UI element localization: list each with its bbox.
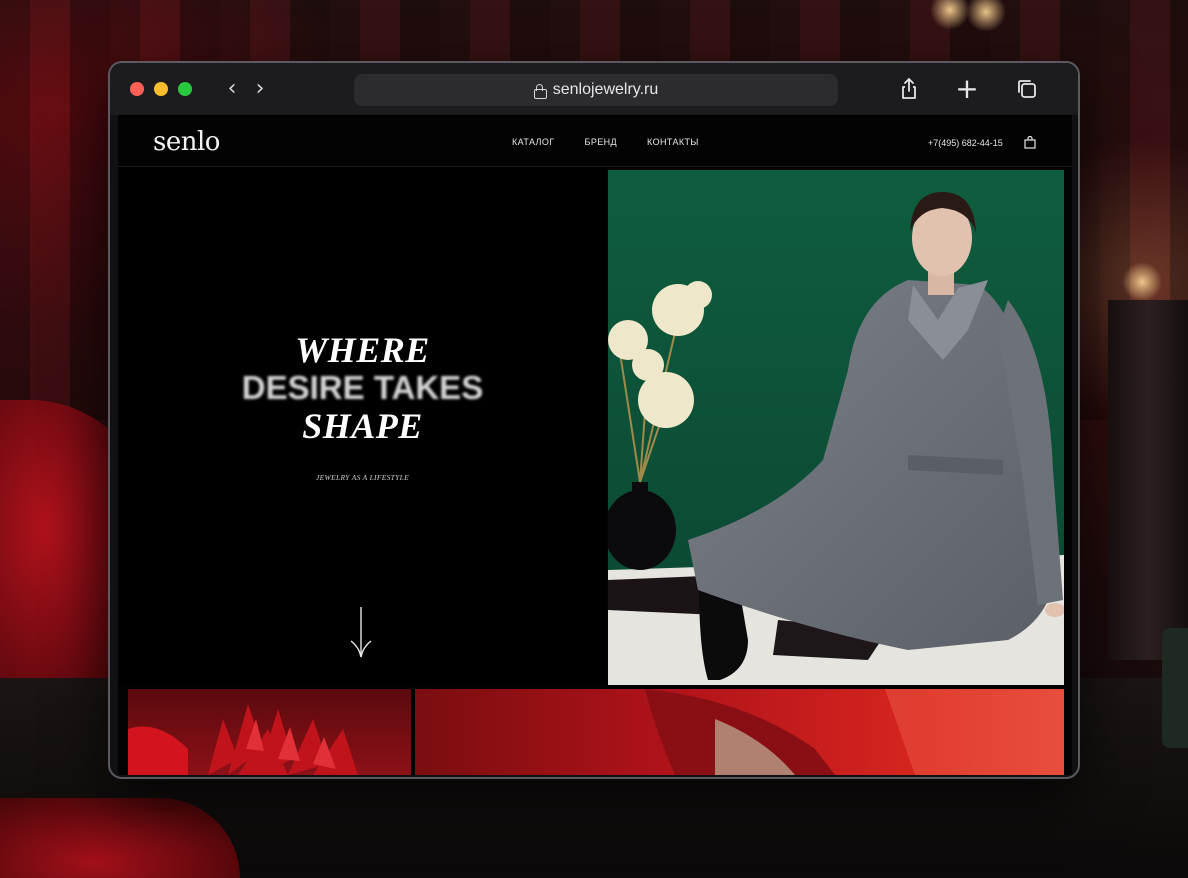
nav-item-contacts[interactable]: КОНТАКТЫ [647, 137, 699, 147]
hero-text-panel: WHERE DESIRE TAKES SHAPE JEWELRY AS A LI… [118, 167, 607, 685]
browser-window: ‹ › senlojewelry.ru + senlo КАТАЛОГ БРЕН… [108, 61, 1080, 779]
back-chevron-icon[interactable]: ‹ [220, 75, 244, 103]
down-arrow-icon[interactable] [350, 607, 372, 659]
hero-tagline: JEWELRY AS A LIFESTYLE [316, 473, 409, 482]
hero-line-2: DESIRE TAKES [241, 369, 484, 406]
zoom-window-button[interactable] [178, 82, 192, 96]
background-pillar [1108, 300, 1188, 660]
hero-headline: WHERE DESIRE TAKES SHAPE [118, 331, 607, 445]
preview-image-rose [128, 689, 411, 775]
site-logo[interactable]: senlo [153, 127, 220, 157]
plus-icon[interactable]: + [954, 75, 980, 103]
tabs-icon[interactable] [1014, 76, 1040, 102]
browser-toolbar: ‹ › senlojewelry.ru + [110, 63, 1078, 115]
close-window-button[interactable] [130, 82, 144, 96]
velvet-jewelry-box [1162, 628, 1188, 748]
website-viewport: senlo КАТАЛОГ БРЕНД КОНТАКТЫ +7(495) 682… [118, 115, 1072, 775]
share-icon[interactable] [896, 76, 922, 102]
hero-line-1: WHERE [295, 330, 430, 370]
model-red-top-image [645, 689, 1064, 775]
main-nav: КАТАЛОГ БРЕНД КОНТАКТЫ [512, 137, 699, 147]
address-bar[interactable]: senlojewelry.ru [354, 74, 838, 106]
shopping-bag-icon[interactable] [1024, 136, 1036, 149]
hero-line-3: SHAPE [302, 406, 423, 446]
nav-item-catalog[interactable]: КАТАЛОГ [512, 137, 555, 147]
nav-item-brand[interactable]: БРЕНД [585, 137, 618, 147]
next-section-preview [128, 689, 1064, 775]
red-rose-jewelry-image [128, 704, 358, 775]
forward-chevron-icon[interactable]: › [248, 75, 272, 103]
minimize-window-button[interactable] [154, 82, 168, 96]
url-text: senlojewelry.ru [552, 81, 659, 98]
lock-icon [533, 83, 547, 99]
site-header: senlo КАТАЛОГ БРЕНД КОНТАКТЫ +7(495) 682… [118, 115, 1072, 167]
preview-image-model [415, 689, 1064, 775]
hero-photo [608, 170, 1064, 685]
candle-light [1122, 262, 1162, 302]
phone-number[interactable]: +7(495) 682-44-15 [928, 138, 1003, 148]
